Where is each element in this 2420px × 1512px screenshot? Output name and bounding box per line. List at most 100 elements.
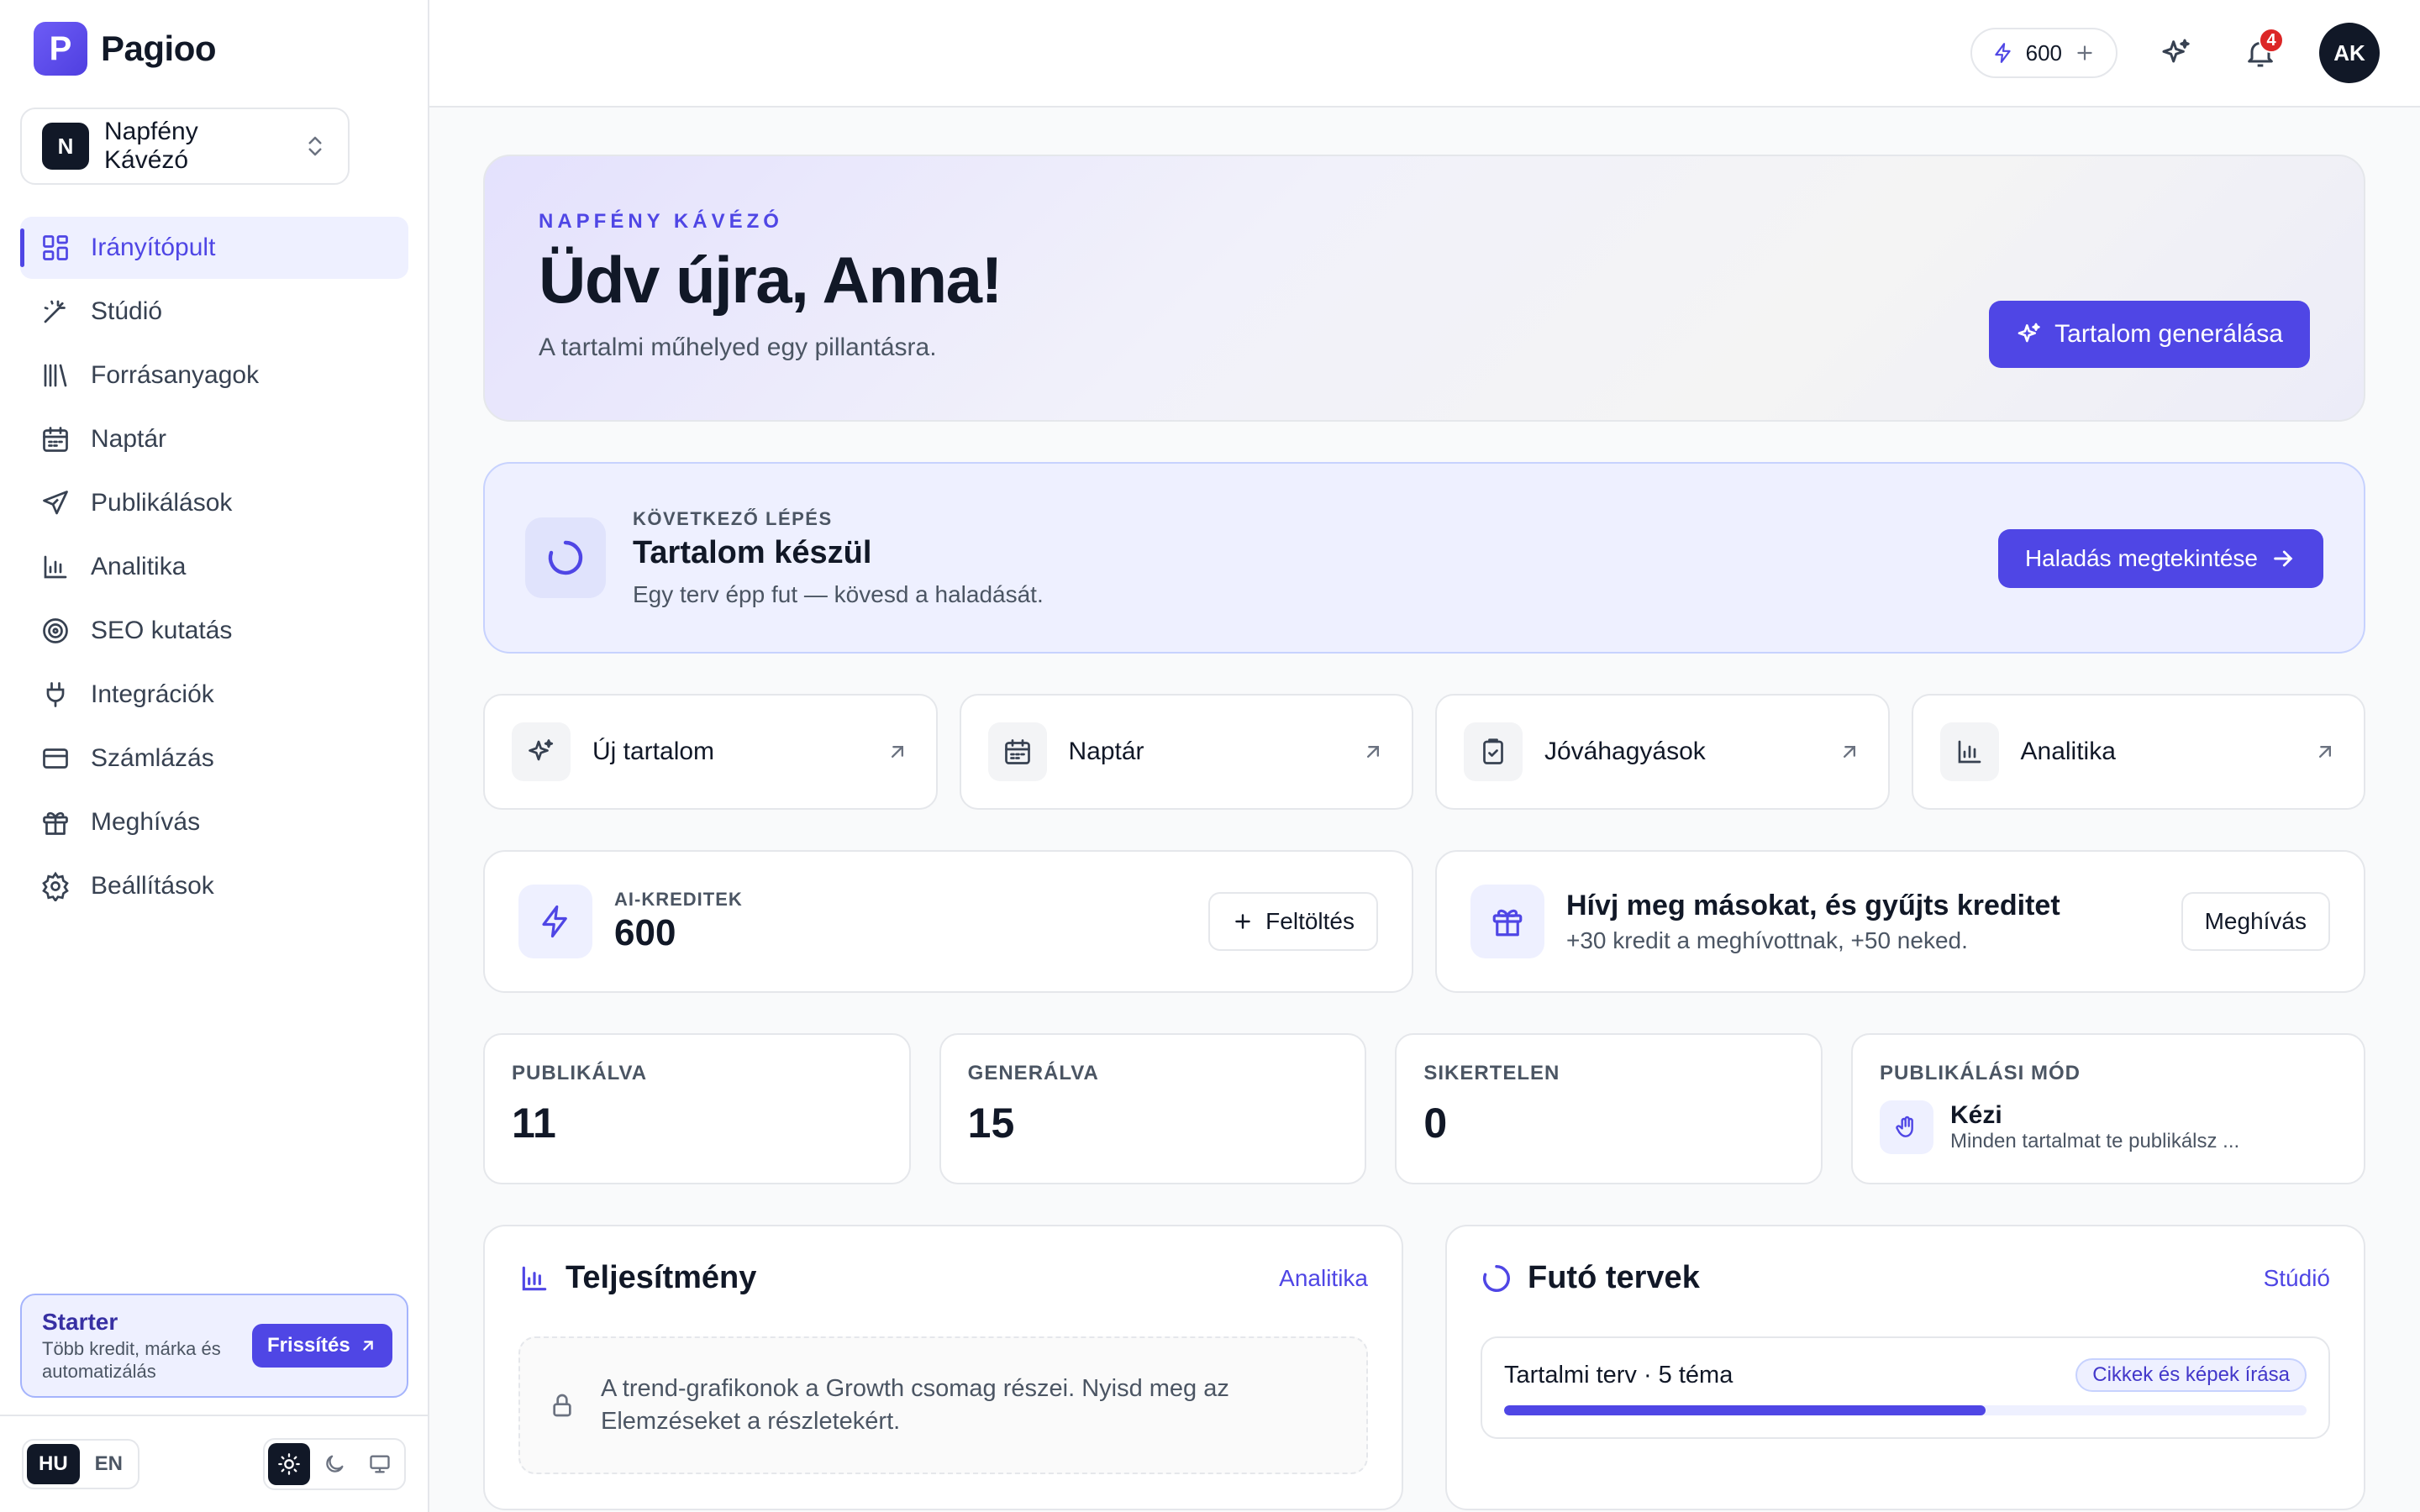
theme-light-button[interactable] [268,1443,310,1485]
target-icon [43,618,68,643]
view-progress-button[interactable]: Haladás megtekintése [1997,529,2323,588]
lock-icon [553,1394,571,1417]
invite-button-label: Meghívás [2204,908,2307,934]
welcome-hero: NAPFÉNY KÁVÉZÓ Üdv újra, Anna! A tartalm… [483,155,2365,422]
sidebar-item-calendar[interactable]: Naptár [20,408,408,470]
brand-logo: P [34,22,87,76]
gift-icon [43,811,68,835]
sidebar-item-label: Irányítópult [91,234,216,261]
loading-spinner-icon [525,517,606,598]
user-avatar[interactable]: AK [2319,23,2380,83]
invite-button[interactable]: Meghívás [2181,892,2330,951]
publish-mode-description: Minden tartalmat te publikálsz ... [1950,1130,2240,1152]
running-plan-item[interactable]: Tartalmi terv · 5 téma Cikkek és képek í… [1481,1336,2330,1439]
language-switcher: HU EN [22,1439,140,1489]
sidebar-item-label: Stúdió [91,297,163,325]
quick-action-analytics[interactable]: Analitika [1911,694,2365,810]
sparkles-icon [512,722,571,781]
bar-chart-icon [1939,722,1999,781]
next-step-eyebrow: KÖVETKEZŐ LÉPÉS [633,507,833,529]
sidebar-item-billing[interactable]: Számlázás [20,727,408,790]
quick-actions: Új tartalom Naptár Jóváhagyások Analitik… [483,694,2365,810]
clipboard-check-icon [1464,722,1523,781]
top-up-button[interactable]: Feltöltés [1208,892,1378,951]
plus-icon [1235,914,1250,929]
panel-title: Futó tervek [1528,1260,1700,1295]
publish-mode-value: Kézi [1950,1101,2002,1129]
language-hu-button[interactable]: HU [27,1444,80,1484]
dashboard-icon [43,235,68,260]
credits-pill[interactable]: 600 [1970,28,2118,78]
stat-value: 15 [967,1100,1015,1147]
chevron-up-down-icon [308,136,322,156]
sidebar-item-invite[interactable]: Meghívás [20,791,408,853]
sidebar-item-label: Naptár [91,425,167,453]
arrow-up-right-icon [1367,746,1379,758]
sidebar-item-seo[interactable]: SEO kutatás [20,600,408,662]
sparkles-icon [2018,323,2040,343]
next-step-card: KÖVETKEZŐ LÉPÉS Tartalom készül Egy terv… [483,462,2365,654]
gift-icon [1470,885,1544,958]
library-icon [44,364,67,387]
upgrade-button-label: Frissítés [267,1334,350,1357]
loading-spinner-icon [1483,1264,1510,1292]
plan-description: Több kredit, márka és automatizálás [42,1337,221,1383]
sidebar-item-label: Beállítások [91,872,214,900]
credits-value: 600 [2025,39,2062,66]
sidebar-item-publications[interactable]: Publikálások [20,472,408,534]
moon-icon [326,1455,344,1473]
bar-chart-icon [44,555,67,579]
workspace-avatar: N [42,123,89,170]
notifications-button[interactable]: 4 [2235,28,2286,78]
stat-publish-mode[interactable]: PUBLIKÁLÁSI MÓD Kézi Minden tartalmat te… [1851,1033,2366,1184]
stat-value: 0 [1423,1100,1448,1147]
workspace-switcher[interactable]: N Napfény Kávézó [20,108,350,185]
upgrade-button[interactable]: Frissítés [252,1324,392,1368]
running-plan-status-badge: Cikkek és képek írása [2075,1358,2307,1392]
studio-link[interactable]: Stúdió [2264,1265,2330,1292]
sidebar-item-sources[interactable]: Forrásanyagok [20,344,408,407]
ai-assistant-button[interactable] [2151,28,2202,78]
invite-subtitle: +30 kredit a meghívottnak, +50 neked. [1566,927,1968,953]
sidebar-item-label: Számlázás [91,744,214,772]
running-plans-panel: Futó tervek Stúdió Tartalmi terv · 5 tém… [1445,1225,2365,1510]
next-step-subtitle: Egy terv épp fut — kövesd a haladását. [633,580,1044,607]
quick-action-approvals[interactable]: Jóváhagyások [1435,694,1890,810]
invite-title: Hívj meg másokat, és gyűjts kreditet [1566,889,2060,921]
main-area: 600 4 AK NAPFÉNY KÁVÉZÓ Üdv újra, Anna! … [429,0,2420,1512]
sidebar-item-settings[interactable]: Beállítások [20,855,408,917]
sidebar-item-dashboard[interactable]: Irányítópult [20,217,408,279]
credits-and-invite: AI-KREDITEK 600 Feltöltés Hívj meg mások… [483,850,2365,993]
locked-feature-text: A trend-grafikonok a Growth csomag része… [601,1374,1229,1435]
sidebar-item-integrations[interactable]: Integrációk [20,664,408,726]
stat-label: GENERÁLVA [967,1062,1099,1084]
quick-action-label: Analitika [2020,738,2116,765]
view-progress-label: Haladás megtekintése [2024,545,2258,571]
brand[interactable]: P Pagioo [34,22,217,76]
sidebar-item-studio[interactable]: Stúdió [20,281,408,343]
theme-dark-button[interactable] [313,1443,355,1485]
quick-action-new-content[interactable]: Új tartalom [483,694,938,810]
sidebar-item-label: Integrációk [91,680,214,708]
quick-action-calendar[interactable]: Naptár [959,694,1413,810]
stat-label: PUBLIKÁLÁSI MÓD [1880,1062,2081,1084]
monitor-icon [370,1455,390,1473]
stat-failed: SIKERTELEN 0 [1395,1033,1823,1184]
language-en-button[interactable]: EN [83,1444,134,1484]
sun-icon [278,1453,300,1475]
sparkles-icon [2162,39,2190,63]
quick-action-label: Jóváhagyások [1544,738,1706,765]
theme-system-button[interactable] [359,1443,401,1485]
next-step-title: Tartalom készül [633,534,872,570]
sidebar-item-label: Forrásanyagok [91,361,260,389]
sidebar-item-analytics[interactable]: Analitika [20,536,408,598]
arrow-up-right-icon [2319,746,2331,758]
stat-published: PUBLIKÁLVA 11 [483,1033,911,1184]
performance-panel: Teljesítmény Analitika A trend-grafikono… [483,1225,1403,1510]
calendar-icon [43,427,68,452]
generate-content-button[interactable]: Tartalom generálása [1989,301,2310,368]
dashboard-content: NAPFÉNY KÁVÉZÓ Üdv újra, Anna! A tartalm… [483,155,2366,1510]
locked-feature-notice: A trend-grafikonok a Growth csomag része… [518,1336,1368,1474]
hero-eyebrow: NAPFÉNY KÁVÉZÓ [539,210,783,233]
analytics-link[interactable]: Analitika [1279,1265,1368,1292]
